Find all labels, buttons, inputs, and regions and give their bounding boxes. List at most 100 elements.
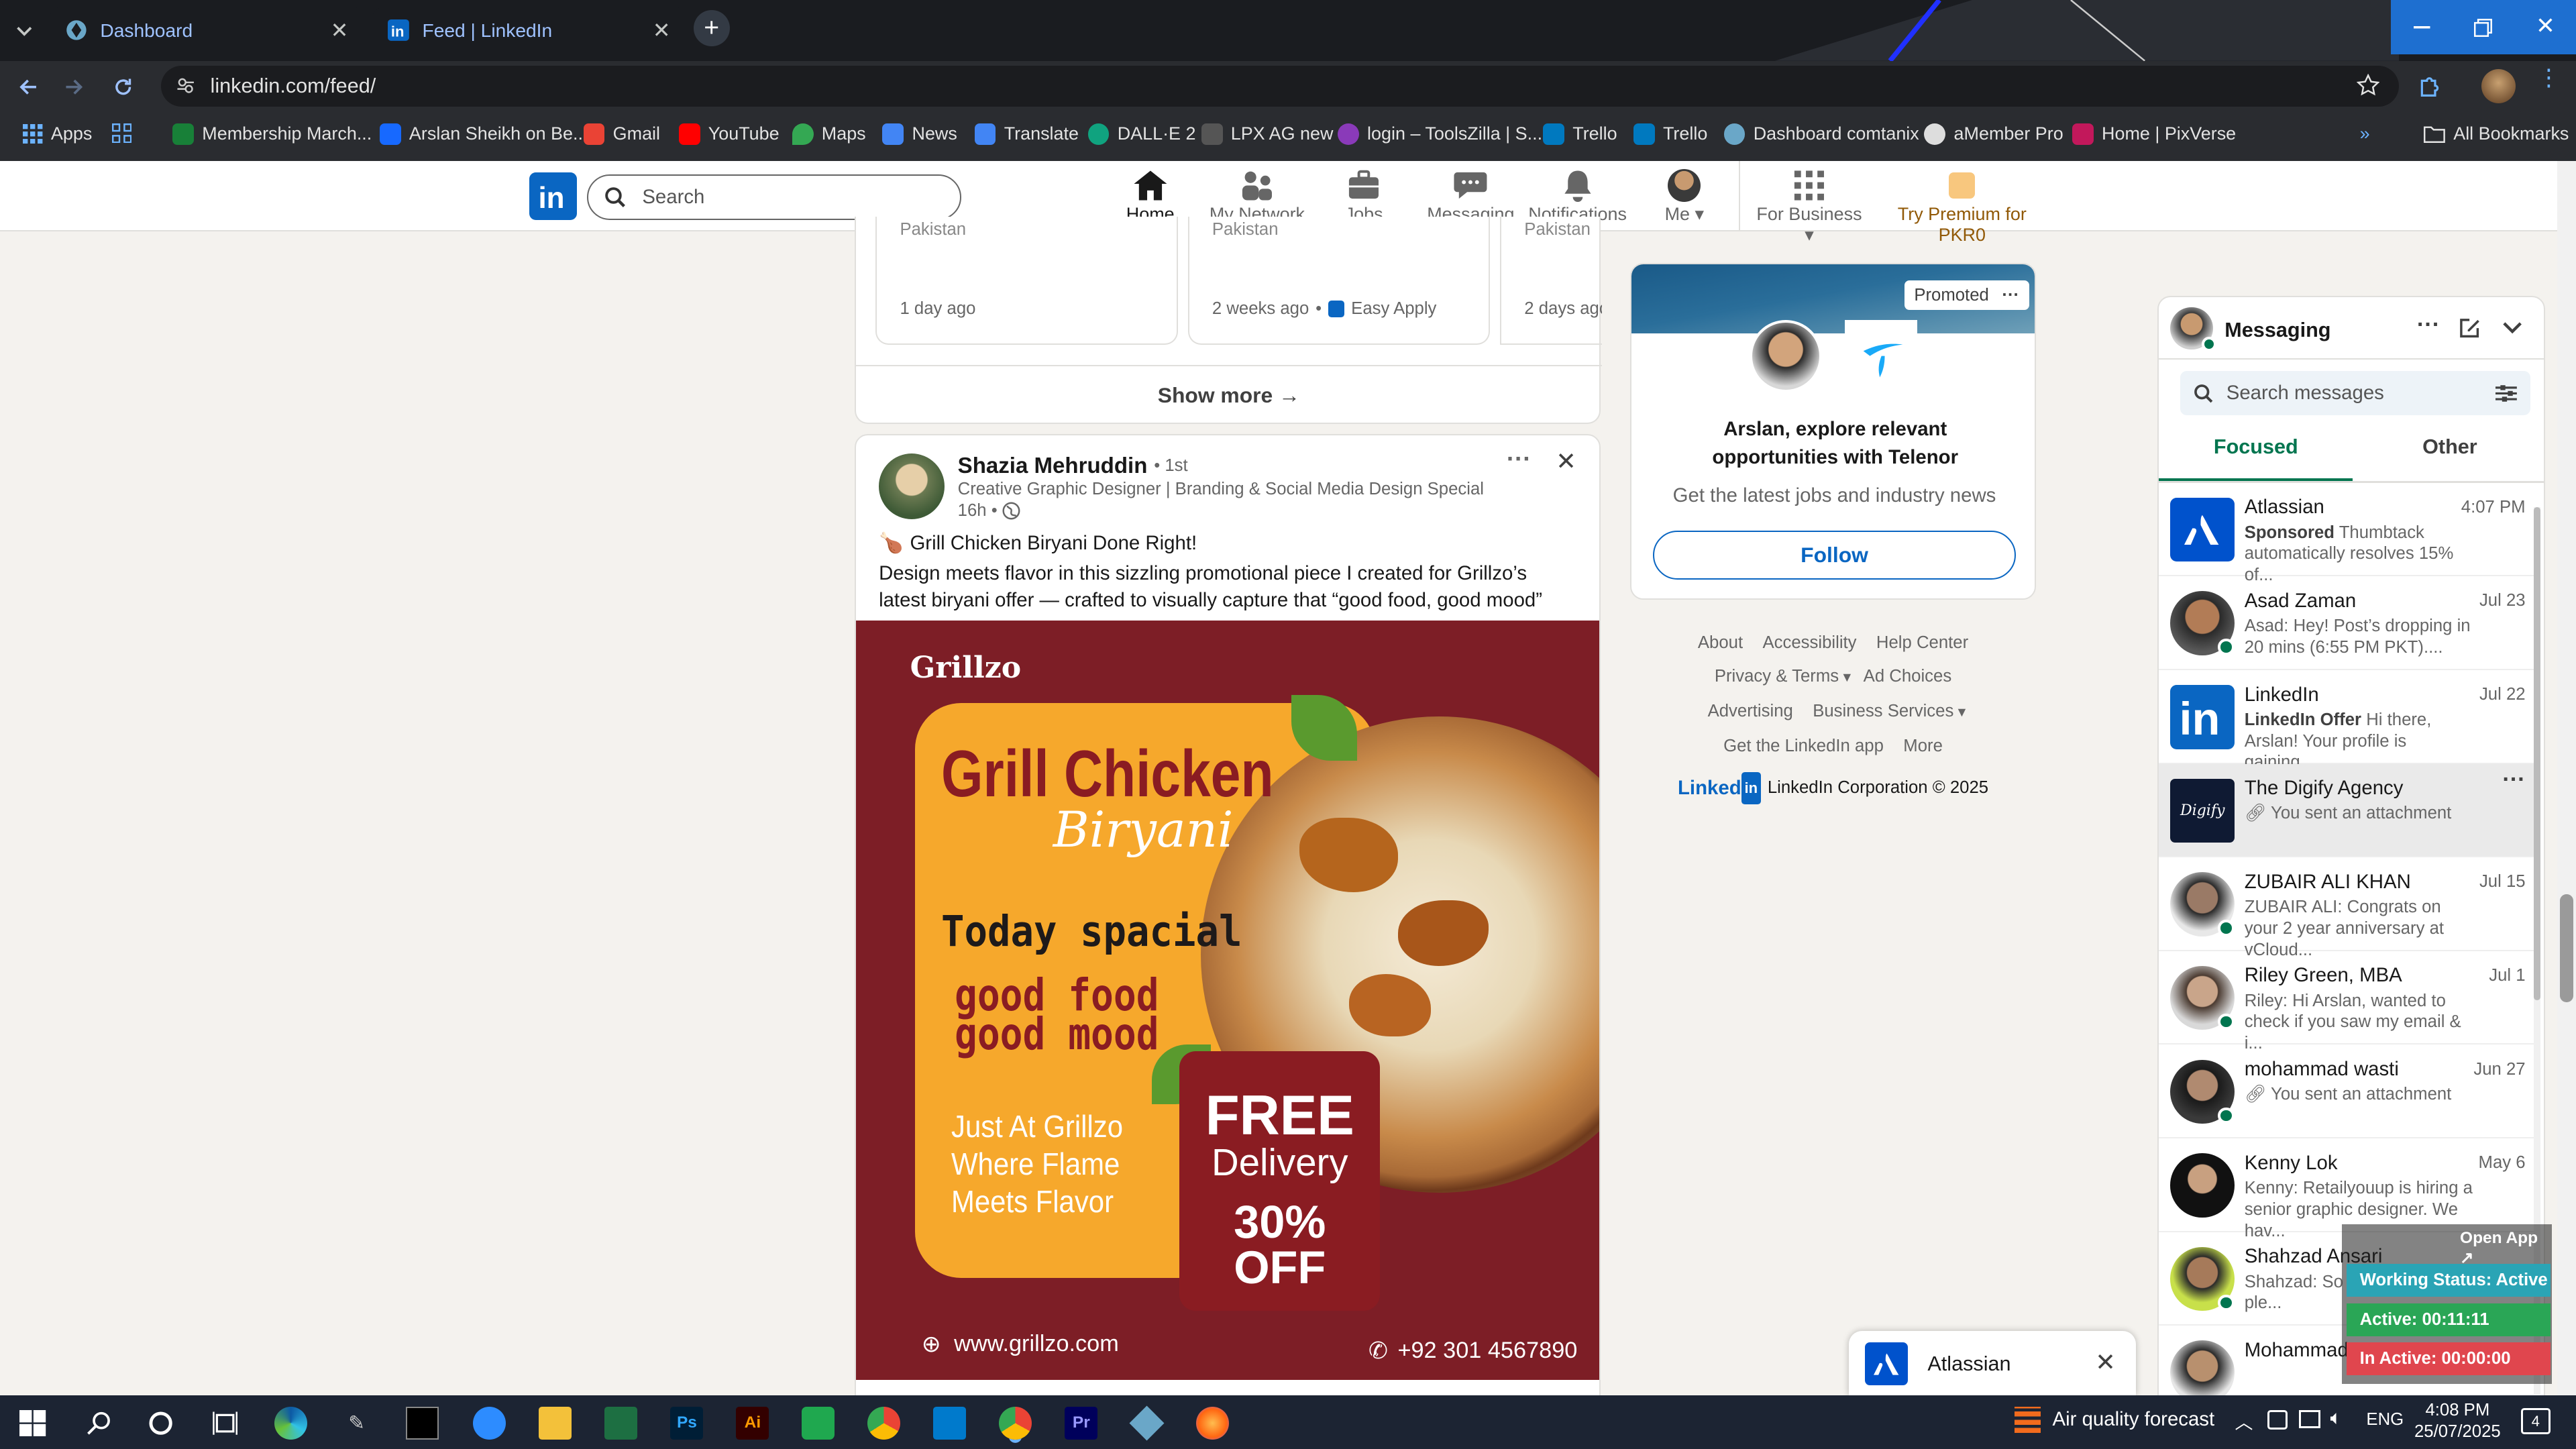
page-scrollbar[interactable]: [2557, 161, 2576, 1395]
bookmark-item[interactable]: Maps: [792, 123, 866, 145]
dismiss-post-icon[interactable]: ✕: [1556, 447, 1576, 476]
bookmark-grid[interactable]: [111, 123, 131, 144]
forward-arrow-icon[interactable]: [59, 72, 89, 102]
input-language[interactable]: ENG: [2366, 1410, 2404, 1430]
bookmark-apps[interactable]: Apps: [23, 123, 92, 144]
tray-chevron-icon[interactable]: ︿: [2235, 1408, 2253, 1434]
tab-dashboard[interactable]: Dashboard ✕: [49, 6, 365, 54]
weather-widget[interactable]: Air quality forecast: [2015, 1406, 2214, 1434]
job-card[interactable]: Pakistan 2 weeks ago • Easy Apply: [1187, 217, 1491, 345]
firefox-icon[interactable]: [1196, 1406, 1230, 1440]
tab-close-icon[interactable]: ✕: [653, 17, 671, 43]
chat-toast[interactable]: Atlassian ✕: [1848, 1331, 2137, 1395]
scrollbar-thumb[interactable]: [2533, 507, 2540, 1001]
reload-icon[interactable]: [109, 72, 138, 102]
conversation-more-icon[interactable]: ···: [2502, 767, 2525, 793]
footer-link[interactable]: Privacy & Terms: [1715, 667, 1839, 686]
app-diamond-icon[interactable]: [1129, 1405, 1165, 1441]
bookmark-item[interactable]: Translate: [974, 123, 1079, 145]
bookmark-item[interactable]: Trello: [1633, 123, 1707, 145]
messaging-title[interactable]: Messaging: [2224, 319, 2330, 342]
tab-linkedin-feed[interactable]: in Feed | LinkedIn ✕: [371, 6, 687, 54]
nav-me[interactable]: Me ▾: [1627, 166, 1741, 231]
search-messages-input[interactable]: Search messages: [2180, 371, 2530, 416]
filter-icon[interactable]: [2496, 384, 2518, 402]
chrome-icon[interactable]: [867, 1406, 901, 1440]
close-toast-icon[interactable]: ✕: [2095, 1348, 2116, 1377]
job-card[interactable]: Pakistan 1 day ago: [875, 217, 1178, 345]
profile-avatar[interactable]: [2481, 68, 2516, 104]
photoshop-icon[interactable]: Ps: [670, 1406, 704, 1440]
nav-for-business[interactable]: For Business ▾: [1750, 166, 1868, 245]
conversation-item[interactable]: Digify The Digify Agency ··· 🔗︎ You sent…: [2159, 763, 2540, 858]
bookmark-item[interactable]: YouTube: [678, 123, 780, 145]
pen-icon[interactable]: ✎: [340, 1407, 373, 1440]
conversation-item[interactable]: Riley Green, MBA Jul 1 Riley: Hi Arslan,…: [2159, 951, 2540, 1053]
tray-app-icon[interactable]: [2267, 1409, 2288, 1430]
footer-link[interactable]: Get the LinkedIn app: [1723, 737, 1884, 755]
linkedin-logo-icon[interactable]: in: [529, 172, 577, 221]
restore-icon[interactable]: [2463, 13, 2503, 43]
author-name[interactable]: Shazia Mehruddin: [958, 453, 1148, 479]
back-arrow-icon[interactable]: [13, 72, 43, 102]
job-card[interactable]: Pakistan 2 days ago: [1500, 217, 1602, 345]
tab-focused[interactable]: Focused: [2159, 435, 2353, 482]
new-tab-plus-icon[interactable]: +: [693, 9, 730, 46]
zoom-icon[interactable]: [473, 1406, 506, 1440]
site-info-icon[interactable]: [176, 76, 195, 95]
conversation-item[interactable]: Atlassian 4:07 PM Sponsored Thumbtack au…: [2159, 483, 2540, 584]
vscode-icon[interactable]: [933, 1406, 967, 1440]
bookmark-item[interactable]: Arslan Sheikh on Be...: [379, 123, 588, 145]
footer-link[interactable]: About: [1698, 633, 1743, 652]
bookmark-item[interactable]: Trello: [1543, 123, 1617, 145]
volume-icon[interactable]: 🔈︎: [2330, 1407, 2343, 1430]
bookmark-item[interactable]: aMember Pro: [1924, 123, 2063, 145]
ad-more-options-icon[interactable]: ···: [2002, 286, 2019, 305]
show-more-button[interactable]: Show more →: [856, 383, 1602, 408]
bookmark-item[interactable]: Dashboard comtanix: [1723, 123, 1919, 145]
footer-link[interactable]: Accessibility: [1762, 633, 1856, 652]
file-explorer-icon[interactable]: [539, 1406, 572, 1440]
bookmark-item[interactable]: Gmail: [583, 123, 660, 145]
conversation-item[interactable]: Kenny Lok May 6 Kenny: Retailyouup is hi…: [2159, 1138, 2540, 1240]
omnibox[interactable]: linkedin.com/feed/: [161, 65, 2400, 107]
edge-icon[interactable]: [274, 1406, 308, 1440]
notification-center-icon[interactable]: 4: [2520, 1408, 2551, 1435]
follow-button[interactable]: Follow: [1652, 530, 2017, 580]
footer-link[interactable]: More: [1903, 737, 1943, 755]
tab-close-icon[interactable]: ✕: [331, 17, 349, 43]
post-more-options-icon[interactable]: ···: [1507, 445, 1532, 473]
collapse-chevron-icon[interactable]: [2501, 320, 2524, 336]
bookmarks-overflow-chevron-icon[interactable]: »: [2360, 123, 2370, 144]
network-icon[interactable]: [2298, 1409, 2320, 1428]
footer-link[interactable]: Advertising: [1708, 702, 1793, 720]
footer-link[interactable]: Business Services: [1813, 702, 1953, 720]
author-avatar[interactable]: [879, 453, 945, 519]
windows-start-icon[interactable]: [16, 1407, 49, 1440]
illustrator-icon[interactable]: Ai: [736, 1406, 769, 1440]
terminal-icon[interactable]: [406, 1406, 439, 1440]
app-green-icon[interactable]: [802, 1406, 835, 1440]
bookmark-item[interactable]: DALL·E 2: [1087, 123, 1196, 145]
kebab-menu-icon[interactable]: ⋮: [2537, 66, 2560, 100]
search-icon[interactable]: [82, 1407, 115, 1440]
minimize-icon[interactable]: [2402, 13, 2442, 43]
chrome-active-icon[interactable]: [999, 1406, 1032, 1440]
post-image[interactable]: Grillzo Grill Chicken Biryani Today spac…: [855, 621, 1599, 1381]
nav-premium[interactable]: Try Premium for PKR0: [1874, 166, 2051, 245]
excel-icon[interactable]: [604, 1406, 638, 1440]
footer-link[interactable]: Ad Choices: [1864, 667, 1952, 686]
open-app-link[interactable]: Open App ↗: [2460, 1229, 2552, 1268]
compose-icon[interactable]: [2458, 317, 2481, 339]
premiere-icon[interactable]: Pr: [1065, 1406, 1098, 1440]
footer-link[interactable]: Help Center: [1876, 633, 1968, 652]
bookmark-item[interactable]: Home | PixVerse: [2072, 123, 2236, 145]
bookmark-star-icon[interactable]: [2356, 74, 2379, 97]
cortana-icon[interactable]: [145, 1407, 178, 1440]
bookmark-item[interactable]: login – ToolsZilla | S...: [1337, 123, 1542, 145]
tab-search-chevron-icon[interactable]: [10, 16, 40, 46]
extensions-puzzle-icon[interactable]: [2412, 70, 2445, 103]
conversation-item[interactable]: mohammad wasti Jun 27 🔗︎ You sent an att…: [2159, 1044, 2540, 1139]
bookmark-item[interactable]: LPX AG new: [1201, 123, 1333, 145]
messaging-more-icon[interactable]: ···: [2417, 312, 2440, 338]
